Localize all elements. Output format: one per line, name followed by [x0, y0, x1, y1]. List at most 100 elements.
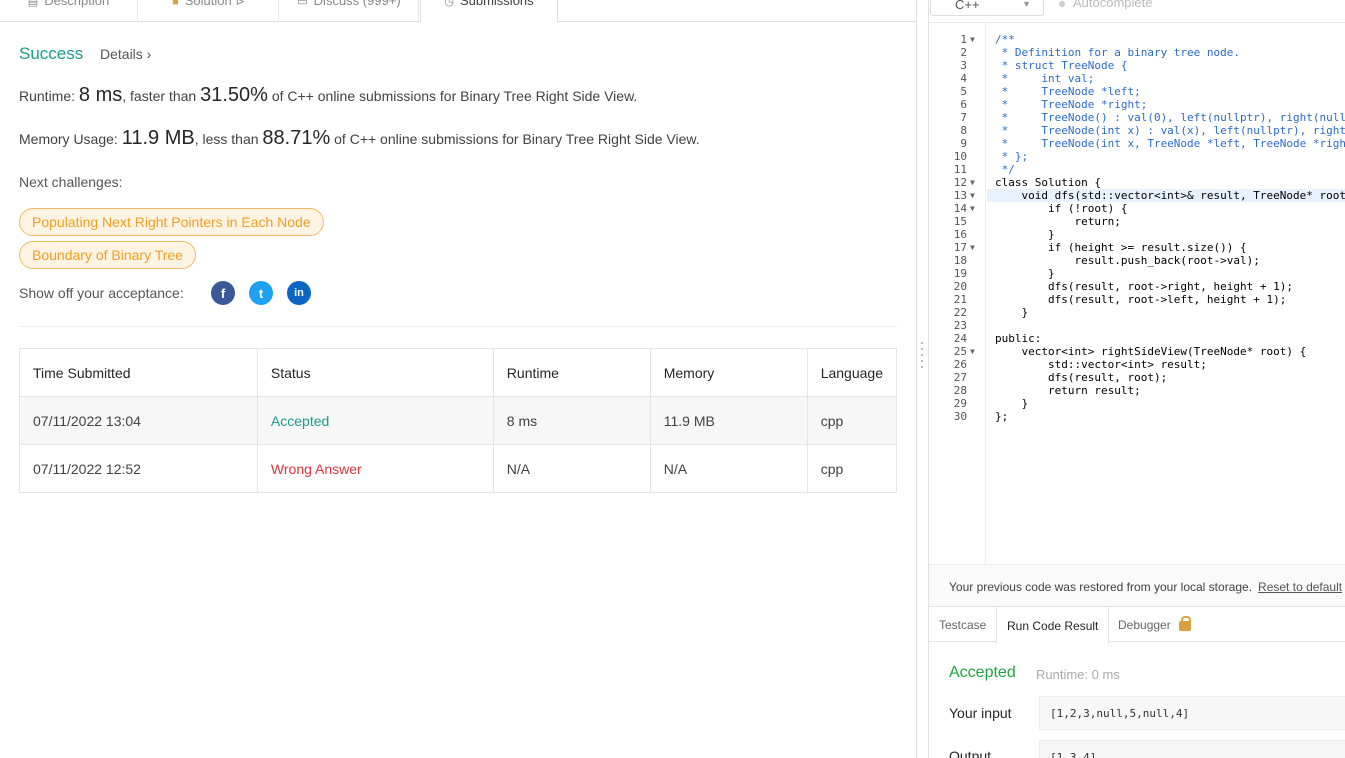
cell-status-link[interactable]: Accepted [256, 396, 494, 445]
run-result-runtime: Runtime: 0 ms [1036, 667, 1120, 682]
col-language[interactable]: Language [806, 348, 898, 397]
col-time-submitted[interactable]: Time Submitted [19, 348, 258, 397]
cell-memory: 11.9 MB [649, 396, 808, 445]
left-panel: ▤ Description ■ Solution ⊳ ▭ Discuss (999+) … [0, 0, 917, 758]
code-line: vector<int> rightSideView(TreeNode* root… [995, 345, 1307, 358]
table-row[interactable]: 07/11/2022 13:04 Accepted 8 ms 11.9 MB c… [19, 396, 898, 445]
code-line: }; [995, 410, 1009, 423]
code-line: return; [995, 215, 1121, 228]
code-line: * }; [995, 150, 1029, 163]
linkedin-share-icon[interactable]: in [287, 281, 311, 305]
line-number: 16 [953, 228, 967, 241]
tab-description[interactable]: ▤ Description [0, 0, 138, 22]
reset-to-default-link[interactable]: Reset to default [1258, 580, 1342, 594]
code-editor[interactable]: 1 ▼ 2 3 4 5 6 7 8 9 10 11 12 ▼ 13 ▼ 14 ▼ 15 16 17 ▼ 18 19 20 21 22… [929, 22, 1345, 565]
problem-tabs: ▤ Description ■ Solution ⊳ ▭ Discuss (999+) … [0, 0, 917, 23]
line-number: 11 [953, 163, 967, 176]
submissions-table: Time Submitted Status Runtime Memory Lan… [19, 348, 898, 493]
tab-submissions[interactable]: ◷ Submissions [420, 0, 558, 23]
line-number: 12 [953, 176, 967, 189]
next-challenge-boundary[interactable]: Boundary of Binary Tree [19, 241, 196, 269]
tab-debugger[interactable]: Debugger [1108, 607, 1201, 643]
memory-value: 11.9 MB [121, 127, 195, 149]
line-number: 24 [953, 332, 967, 345]
fold-arrow-icon[interactable]: ▼ [970, 241, 975, 254]
code-line: dfs(result, root->right, height + 1); [995, 280, 1294, 293]
lock-icon: ■ [172, 0, 179, 8]
cell-status-link[interactable]: Wrong Answer [256, 444, 494, 493]
language-select[interactable]: C++ ▼ [930, 0, 1044, 16]
code-line: result.push_back(root->val); [995, 254, 1260, 267]
line-number: 21 [953, 293, 967, 306]
fold-arrow-icon[interactable]: ▼ [970, 189, 975, 202]
fold-arrow-icon[interactable]: ▼ [970, 202, 975, 215]
clock-icon: ◷ [444, 0, 454, 8]
result-status: Success [19, 44, 84, 63]
line-number: 23 [953, 319, 967, 332]
tab-testcase[interactable]: Testcase [929, 607, 996, 643]
line-number: 10 [953, 150, 967, 163]
line-number: 4 [960, 72, 967, 85]
divider [19, 326, 897, 327]
line-number: 3 [960, 59, 967, 72]
share-label: Show off your acceptance: [19, 285, 184, 301]
col-runtime[interactable]: Runtime [492, 348, 651, 397]
cell-memory: N/A [649, 444, 808, 493]
table-row[interactable]: 07/11/2022 12:52 Wrong Answer N/A N/A cp… [19, 444, 898, 493]
line-number: 6 [960, 98, 967, 111]
line-number: 15 [953, 215, 967, 228]
line-number: 1 [960, 33, 967, 46]
runtime-value: 8 ms [78, 84, 123, 106]
tab-solution[interactable]: ■ Solution ⊳ [139, 0, 279, 22]
details-link[interactable]: Details › [100, 46, 151, 62]
code-line: } [995, 267, 1055, 280]
memory-summary: Memory Usage: 11.9 MB, less than 88.71% … [19, 127, 700, 149]
col-status[interactable]: Status [256, 348, 494, 397]
comment-icon: ▭ [297, 0, 308, 8]
runtime-percentile: 31.50% [200, 84, 268, 106]
line-number: 29 [953, 397, 967, 410]
chevron-down-icon: ▼ [1022, 0, 1031, 9]
code-line: * int val; [995, 72, 1095, 85]
next-challenges-label: Next challenges: [19, 174, 123, 190]
code-line: /** [995, 33, 1015, 46]
facebook-share-icon[interactable]: f [211, 281, 235, 305]
code-line: * struct TreeNode { [995, 59, 1128, 72]
twitter-share-icon[interactable]: t [249, 281, 273, 305]
code-line: void dfs(std::vector<int>& result, TreeN… [1021, 189, 1345, 202]
code-line: * TreeNode() : val(0), left(nullptr), ri… [1001, 111, 1345, 124]
code-line: * TreeNode *left; [995, 85, 1141, 98]
tab-discuss[interactable]: ▭ Discuss (999+) [280, 0, 419, 22]
fold-arrow-icon[interactable]: ▼ [970, 33, 975, 46]
fold-arrow-icon[interactable]: ▼ [970, 345, 975, 358]
cell-time: 07/11/2022 12:52 [19, 444, 258, 493]
col-memory[interactable]: Memory [649, 348, 808, 397]
code-line: return result; [995, 384, 1141, 397]
line-number: 28 [953, 384, 967, 397]
autocomplete-toggle[interactable]: Autocomplete [1059, 0, 1153, 10]
tab-run-code-result[interactable]: Run Code Result [996, 607, 1110, 644]
output-label: Output [949, 748, 992, 758]
line-number: 25 [953, 345, 967, 358]
video-play-icon: ⊳ [235, 0, 245, 8]
fold-arrow-icon[interactable]: ▼ [970, 176, 975, 189]
line-number: 5 [960, 85, 967, 98]
line-number: 18 [953, 254, 967, 267]
lock-icon [1178, 616, 1191, 631]
memory-percentile: 88.71% [262, 127, 331, 149]
code-line: } [995, 397, 1029, 410]
table-header-row: Time Submitted Status Runtime Memory Lan… [19, 348, 898, 397]
line-number: 7 [960, 111, 967, 124]
panel-resize-handle[interactable] [920, 338, 924, 378]
next-challenge-populating-pointers[interactable]: Populating Next Right Pointers in Each N… [19, 208, 324, 236]
code-line: class Solution { [995, 176, 1101, 189]
code-line: dfs(result, root); [995, 371, 1168, 384]
code-line: * TreeNode(int x, TreeNode *left, TreeNo… [1001, 137, 1345, 150]
line-number: 8 [960, 124, 967, 137]
line-number: 27 [953, 371, 967, 384]
code-line: * TreeNode(int x) : val(x), left(nullptr… [1001, 124, 1345, 137]
line-number-gutter: 1 ▼ 2 3 4 5 6 7 8 9 10 11 12 ▼ 13 ▼ 14 ▼ 15 16 17 ▼ 18 19 20 21 22… [929, 23, 986, 565]
cell-language: cpp [806, 444, 898, 493]
code-line: if (!root) { [995, 202, 1128, 215]
code-line: * TreeNode *right; [995, 98, 1148, 111]
